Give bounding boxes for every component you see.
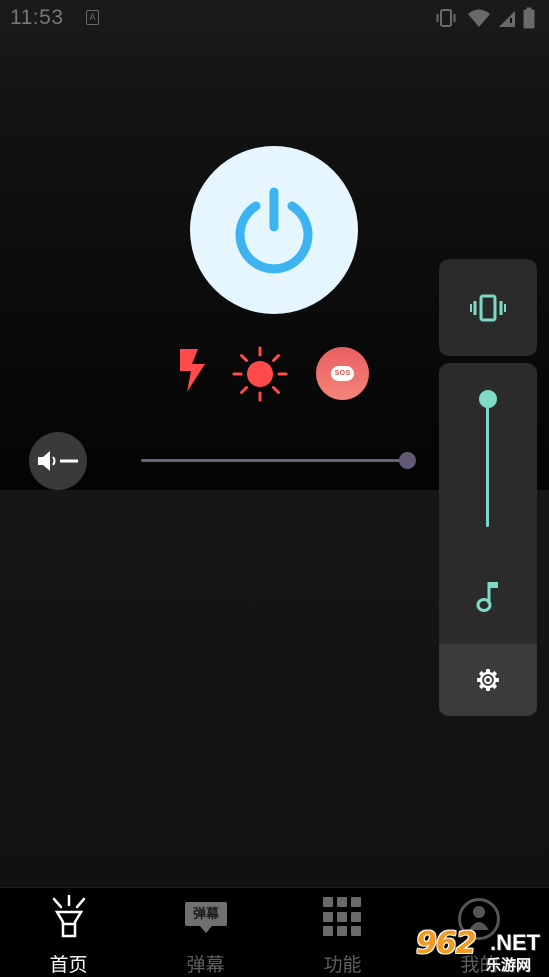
media-volume-track	[486, 399, 489, 527]
battery-icon	[523, 7, 535, 29]
flashlight-icon	[52, 894, 86, 938]
danmu-icon-text: 弹幕	[185, 902, 227, 926]
danmu-icon: 弹幕	[184, 894, 228, 938]
watermark-number: 962	[416, 926, 477, 961]
sun-icon	[232, 346, 288, 402]
notification-a-icon: A	[86, 10, 99, 25]
site-watermark: 962 .NET 乐游网	[416, 926, 544, 974]
speaker-icon	[38, 451, 78, 471]
sos-label: SOS	[331, 366, 354, 381]
signal-icon	[499, 11, 515, 27]
volume-button[interactable]	[29, 432, 87, 490]
sos-button[interactable]: SOS	[316, 347, 369, 400]
nav-item-danmu[interactable]: 弹幕 弹幕	[137, 888, 274, 977]
power-button[interactable]	[190, 146, 358, 314]
strobe-mode-button[interactable]	[174, 347, 208, 398]
grid-icon	[321, 894, 365, 938]
settings-button[interactable]	[439, 644, 537, 716]
nav-item-home[interactable]: 首页	[0, 888, 137, 977]
power-icon	[235, 187, 313, 274]
nav-item-features[interactable]: 功能	[274, 888, 411, 977]
vibrate-toggle-button[interactable]	[439, 259, 537, 356]
status-bar: 11:53 A	[0, 0, 549, 38]
nav-label-home: 首页	[49, 955, 88, 976]
watermark-net: .NET	[490, 930, 541, 955]
media-volume-slider[interactable]	[478, 390, 498, 539]
status-time: 11:53	[10, 6, 64, 29]
nav-label-danmu: 弹幕	[186, 955, 225, 976]
wifi-icon	[468, 9, 490, 27]
volume-slider-track	[141, 459, 407, 462]
vibrate-icon	[436, 9, 456, 27]
light-mode-button[interactable]	[232, 346, 288, 407]
watermark-chinese: 乐游网	[486, 957, 532, 974]
gear-icon	[477, 669, 499, 691]
volume-slider-thumb[interactable]	[399, 452, 416, 469]
media-volume-thumb[interactable]	[479, 390, 497, 408]
music-note-icon	[476, 582, 498, 612]
lightning-icon	[180, 349, 205, 392]
nav-label-features: 功能	[323, 955, 362, 976]
vibrate-icon	[470, 294, 506, 321]
media-volume-panel	[439, 363, 537, 716]
volume-slider[interactable]	[141, 451, 417, 469]
